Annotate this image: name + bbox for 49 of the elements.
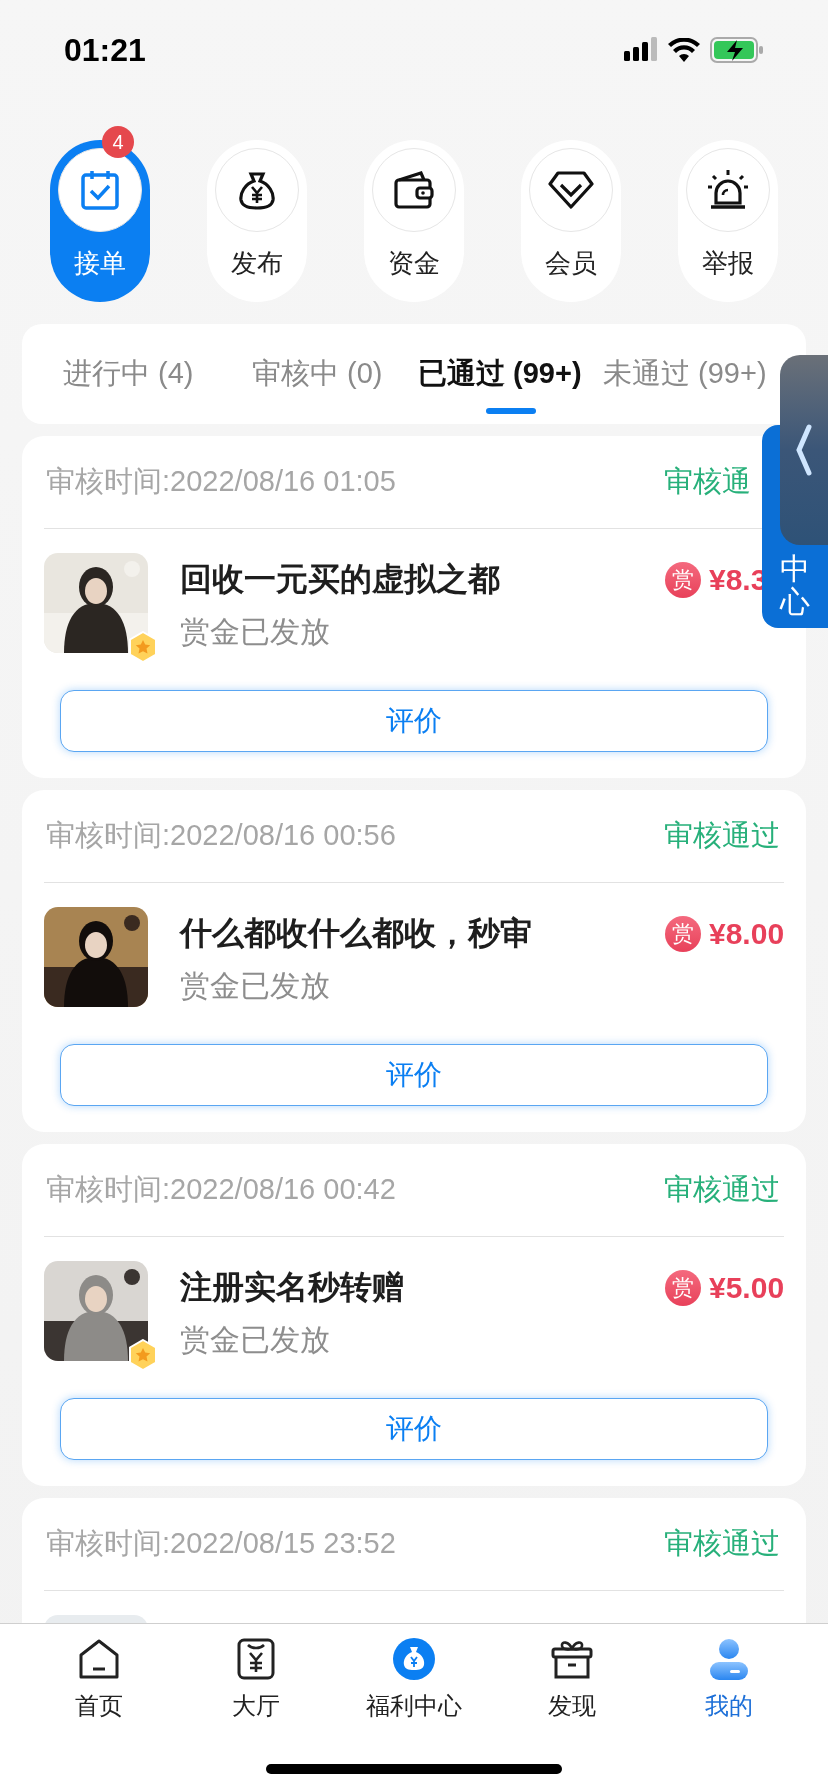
money-bag-icon [393, 1638, 435, 1680]
action-button[interactable]: 发布 [207, 140, 307, 302]
battery-charging-icon [710, 37, 764, 63]
count-badge: 4 [102, 126, 134, 158]
nav-tab[interactable]: 发现 [501, 1638, 642, 1724]
nav-tab[interactable]: 首页 [28, 1638, 169, 1724]
task-title: 回收一元买的虚拟之都 [180, 560, 501, 599]
status-text: 审核通过 [664, 1173, 780, 1206]
reward-badge: 赏 [665, 561, 701, 598]
rate-button[interactable]: 评价 [60, 690, 768, 752]
action-button[interactable]: 资金 [364, 140, 464, 302]
status-text: 审核通过 [664, 819, 780, 852]
user-icon [708, 1638, 751, 1680]
review-time: 审核时间:2022/08/15 23:52 [46, 1526, 397, 1562]
yen-receipt-icon [237, 1638, 276, 1680]
rate-button[interactable]: 评价 [60, 1044, 768, 1106]
reward-price: ¥8.00 [709, 916, 785, 952]
status-text: 审核通 [664, 465, 751, 498]
gift-box-icon [549, 1638, 594, 1680]
status-time: 01:21 [64, 31, 146, 70]
nav-tab[interactable]: 福利中心 [344, 1638, 484, 1724]
status-text: 审核通过 [664, 1527, 780, 1560]
reward-status: 赏金已发放 [180, 968, 331, 1004]
diamond-icon [548, 171, 594, 209]
wifi-icon [668, 38, 700, 62]
home-icon [77, 1638, 120, 1680]
reward-badge: 赏 [665, 1269, 701, 1306]
chevron-left-icon [796, 424, 812, 476]
review-time: 审核时间:2022/08/16 00:56 [46, 818, 397, 854]
rate-button[interactable]: 评价 [60, 1398, 768, 1460]
signal-icon [624, 37, 658, 63]
nav-tab[interactable]: 我的 [659, 1638, 800, 1724]
collapse-handle[interactable] [780, 355, 828, 545]
review-time: 审核时间:2022/08/16 01:05 [46, 464, 397, 500]
task-title: 什么都收什么都收，秒审 [180, 914, 533, 953]
alarm-light-icon [706, 169, 750, 211]
action-button[interactable]: 举报 [678, 140, 778, 302]
reward-badge: 赏 [665, 915, 701, 952]
reward-price: ¥5.00 [709, 1270, 785, 1306]
reward-status: 赏金已发放 [180, 614, 331, 650]
action-button[interactable]: 会员 [521, 140, 621, 302]
review-time: 审核时间:2022/08/16 00:42 [46, 1172, 397, 1208]
task-title: 注册实名秒转赠 [180, 1268, 405, 1307]
nav-tab[interactable]: 大厅 [186, 1638, 327, 1724]
tab[interactable]: 已通过 (99+) [418, 324, 603, 424]
clipboard-check-icon [80, 169, 120, 211]
reward-status: 赏金已发放 [180, 1322, 331, 1358]
money-bag-icon [237, 170, 277, 210]
wallet-icon [393, 170, 435, 210]
